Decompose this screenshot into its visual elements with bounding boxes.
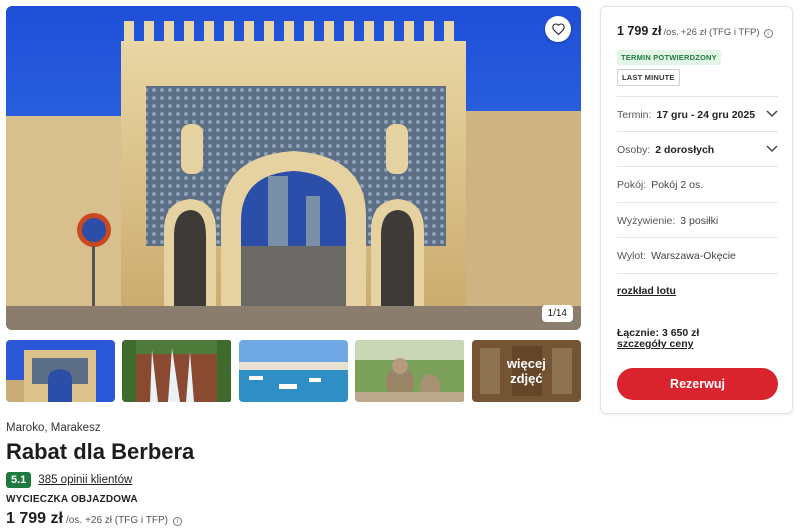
heart-icon (551, 23, 565, 35)
price-amount: 1 799 zł (6, 510, 63, 527)
reviews-link[interactable]: 385 opinii klientów (38, 474, 132, 486)
meals-value: 3 posiłki (680, 214, 719, 227)
term-value: 17 gru - 24 gru 2025 (656, 108, 756, 121)
persons-label: Osoby: (617, 143, 651, 156)
offer-price: 1 799 zł /os. +26 zł (TFG i TFP) i (6, 510, 182, 528)
departure-value: Warszawa-Okęcie (651, 249, 736, 262)
photo-counter: 1/14 (541, 305, 573, 322)
thumbnail-more-photos[interactable]: więcej zdjęć (471, 340, 582, 402)
rating-badge: 5.1 (6, 472, 32, 488)
price-extra: +26 zł (TFG i TFP) (85, 515, 168, 526)
info-icon[interactable]: i (172, 517, 182, 526)
info-icon[interactable]: i (763, 29, 773, 38)
room-info: Pokój: Pokój 2 os. (617, 166, 778, 202)
thumbnail-waterfall[interactable] (122, 340, 232, 402)
tag-last-minute: LAST MINUTE (617, 69, 680, 86)
room-label: Pokój: (617, 178, 647, 191)
meals-label: Wyżywienie: (617, 214, 676, 227)
gate-photo-illustration (6, 6, 581, 330)
thumbnail-gate[interactable] (6, 340, 115, 402)
divider (617, 273, 778, 274)
favorite-button[interactable] (545, 16, 571, 42)
thumbnail-strip: więcej zdjęć (6, 340, 582, 402)
booking-panel: 1 799 zł /os. +26 zł (TFG i TFP) i TERMI… (600, 6, 793, 414)
price-details-link[interactable]: szczegóły ceny (617, 338, 693, 350)
term-selector[interactable]: Termin: 17 gru - 24 gru 2025 (617, 96, 778, 132)
rating-row: 5.1 385 opinii klientów (6, 472, 132, 488)
sidebar-price: 1 799 zł /os. +26 zł (TFG i TFP) i (617, 24, 773, 38)
term-label: Termin: (617, 108, 652, 121)
offer-location: Maroko, Marakesz (6, 422, 101, 434)
departure-label: Wylot: (617, 249, 647, 262)
persons-value: 2 dorosłych (655, 143, 715, 156)
price-suffix: /os. (65, 515, 83, 526)
main-photo[interactable]: 1/14 (6, 6, 581, 330)
sidebar-price-suffix: /os. (663, 27, 679, 38)
offer-title: Rabat dla Berbera (6, 439, 195, 464)
room-value: Pokój 2 os. (651, 178, 704, 191)
persons-selector[interactable]: Osoby: 2 dorosłych (617, 131, 778, 167)
reserve-button[interactable]: Rezerwuj (617, 368, 778, 400)
chevron-down-icon (766, 109, 778, 121)
departure-info: Wylot: Warszawa-Okęcie (617, 237, 778, 273)
tag-term-confirmed: TERMIN POTWIERDZONY (617, 50, 721, 65)
thumbnail-monkeys[interactable] (355, 340, 465, 402)
thumbnail-harbor[interactable] (238, 340, 348, 402)
sidebar-price-extra: +26 zł (TFG i TFP) (680, 27, 760, 38)
sidebar-price-amount: 1 799 zł (617, 24, 662, 38)
chevron-down-icon (766, 144, 778, 156)
more-photos-label: więcej zdjęć (471, 340, 582, 402)
trip-type: WYCIECZKA OBJAZDOWA (6, 494, 138, 505)
meals-info: Wyżywienie: 3 posiłki (617, 202, 778, 238)
flight-schedule-link[interactable]: rozkład lotu (617, 285, 676, 297)
